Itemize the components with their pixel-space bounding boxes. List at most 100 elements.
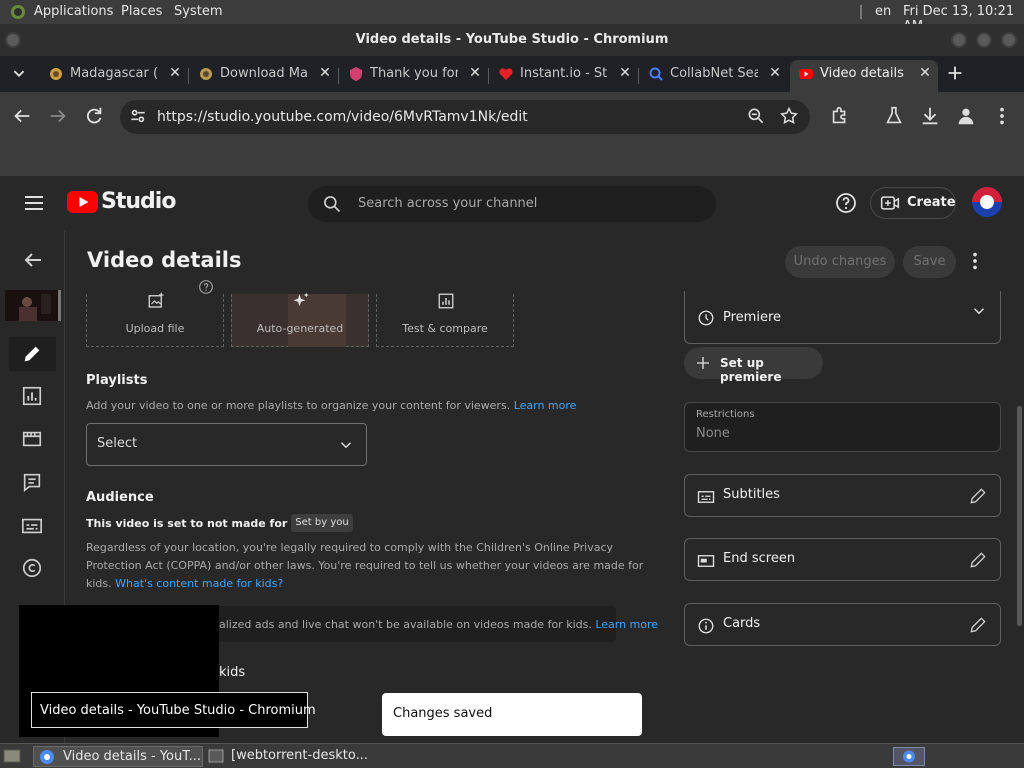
set-up-premiere-button[interactable]: Set up premiere [684,347,823,384]
maximize-icon[interactable] [976,32,992,48]
playlists-learn-more-link[interactable]: Learn more [514,399,577,412]
tab-instant-io[interactable]: Instant.io - St ✕ [490,60,638,88]
taskbar-webtorrent-window[interactable]: [webtorrent-deskto... [205,746,375,767]
heart-favicon-icon [498,66,514,82]
site-favicon-icon [48,66,64,82]
thumbnail-help-icon[interactable] [198,279,214,295]
window-titlebar[interactable]: Video details - YouTube Studio - Chromiu… [0,24,1024,56]
pencil-icon [21,343,43,365]
extensions-puzzle-icon[interactable] [829,105,853,129]
tab-thank-you[interactable]: Thank you for ✕ [340,60,488,88]
whats-content-for-kids-link[interactable]: What's content made for kids? [115,577,283,590]
auto-generated-thumbnail-option[interactable]: Auto-generated [231,292,369,347]
tab-close-icon[interactable]: ✕ [316,64,334,82]
cards-card[interactable]: Cards [684,603,1001,646]
clock-icon [697,309,715,327]
subtitles-card[interactable]: Subtitles [684,474,1001,517]
panel-separator-icon [859,5,863,19]
tab-close-icon[interactable]: ✕ [166,64,184,82]
places-menu[interactable]: Places [121,4,162,19]
nav-details-active[interactable] [9,337,56,371]
profile-icon[interactable] [955,105,979,129]
back-arrow-icon[interactable] [11,105,35,129]
playlist-select[interactable]: Select [86,423,367,466]
edit-pencil-icon[interactable] [968,615,988,635]
address-bar[interactable]: https://studio.youtube.com/video/6MvRTam… [120,100,810,134]
changes-saved-toast: Changes saved [382,693,642,736]
visibility-value: Premiere [723,310,781,325]
kids-option-fragment: kids [219,665,246,680]
hamburger-menu-icon[interactable] [22,191,46,215]
edit-pencil-icon[interactable] [968,550,988,570]
tab-video-details[interactable]: Video details ✕ [790,60,938,92]
more-options-icon[interactable] [964,250,986,272]
chevron-down-icon [337,436,355,454]
undo-changes-button[interactable]: Undo changes [785,246,895,278]
search-favicon-icon [648,66,664,82]
editor-icon[interactable] [21,428,45,452]
zoom-icon[interactable] [746,106,770,130]
show-desktop-icon[interactable] [3,748,21,764]
test-compare-thumbnail-option[interactable]: Test & compare [376,292,514,347]
window-title: Video details - YouTube Studio - Chromiu… [355,32,669,47]
analytics-icon[interactable] [21,385,45,409]
browser-menu-icon[interactable] [991,105,1015,129]
back-to-content-icon[interactable] [21,248,45,272]
workspace-switcher[interactable] [893,747,925,766]
right-panel-scrollbar[interactable] [1017,406,1022,626]
end-screen-card[interactable]: End screen [684,538,1001,581]
tab-close-icon[interactable]: ✕ [766,64,784,82]
labs-flask-icon[interactable] [883,105,907,129]
search-placeholder: Search across your channel [358,196,538,211]
restrictions-field: Restrictions None [684,402,1001,452]
tab-madagascar[interactable]: Madagascar ( ✕ [40,60,188,88]
system-menu[interactable]: System [174,4,222,19]
gnome-foot-icon[interactable] [9,4,27,20]
tab-collabnet[interactable]: CollabNet Sea ✕ [640,60,788,88]
upload-thumbnail-option[interactable]: Upload file [86,292,224,347]
help-icon[interactable] [834,191,858,215]
studio-header: Studio Search across your channel Create [0,176,1024,231]
bar-chart-icon [437,292,455,310]
end-screen-icon [697,552,715,570]
avatar[interactable] [972,187,1002,217]
site-settings-icon[interactable] [128,106,152,130]
download-icon[interactable] [919,105,943,129]
forward-arrow-icon[interactable] [47,105,71,129]
tab-close-icon[interactable]: ✕ [916,64,934,82]
video-thumbnail[interactable] [5,290,61,321]
restrictions-label: Restrictions [696,409,755,420]
channel-search-input[interactable]: Search across your channel [308,186,716,222]
url-text: https://studio.youtube.com/video/6MvRTam… [157,109,528,125]
save-button[interactable]: Save [903,246,956,278]
tab-close-icon[interactable]: ✕ [616,64,634,82]
new-tab-plus-icon[interactable] [944,62,968,86]
visibility-dropdown[interactable]: Premiere [684,291,1001,344]
taskbar-chromium-window[interactable]: Video details - YouT... [33,746,203,767]
tab-close-icon[interactable]: ✕ [466,64,484,82]
minimize-icon[interactable] [951,32,967,48]
site-favicon-icon [198,66,214,82]
comments-icon[interactable] [21,471,45,495]
subtitles-nav-icon[interactable] [21,515,45,539]
playlists-description: Add your video to one or more playlists … [86,399,577,412]
info-learn-more-link[interactable]: Learn more [595,618,658,631]
taskbar-tooltip: Video details - YouTube Studio - Chromiu… [31,692,316,728]
restrictions-value: None [696,426,730,441]
tab-download[interactable]: Download Ma ✕ [190,60,338,88]
youtube-logo-icon[interactable] [67,190,99,214]
reload-icon[interactable] [83,105,107,129]
edit-pencil-icon[interactable] [968,486,988,506]
copyright-icon[interactable] [21,557,45,581]
sparkle-icon [292,292,310,310]
create-button[interactable]: Create [870,187,956,219]
bookmark-star-icon[interactable] [779,106,803,130]
tab-search-chevron-icon[interactable] [8,62,32,86]
audience-description: Regardless of your location, you're lega… [86,541,644,590]
language-indicator[interactable]: en [875,4,891,19]
info-icon [697,617,715,635]
search-icon [322,194,346,218]
subtitles-icon [697,488,715,506]
close-window-icon[interactable] [1001,32,1017,48]
applications-menu[interactable]: Applications [34,4,113,19]
